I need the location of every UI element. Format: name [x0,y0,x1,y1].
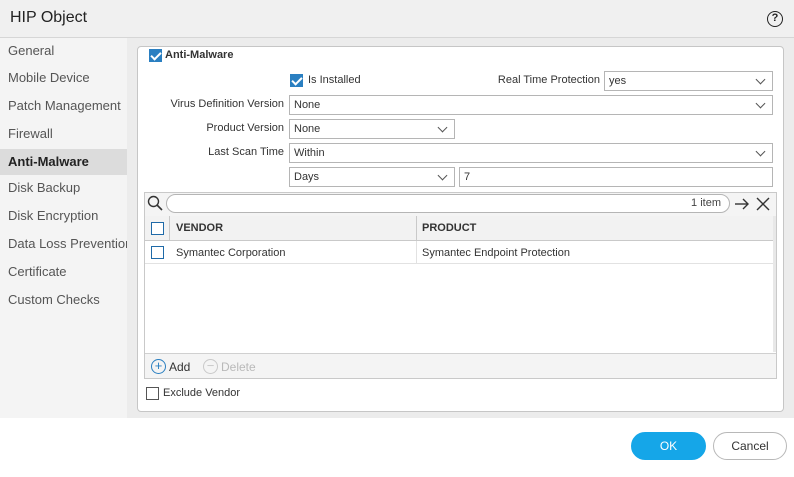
help-icon[interactable]: ? [767,11,783,27]
anti-malware-checkbox[interactable] [149,48,162,62]
apply-filter-icon[interactable] [734,197,750,211]
chevron-down-icon [437,122,448,133]
column-header-product[interactable]: PRODUCT [422,222,476,234]
sidebar-item-disk-encryption[interactable]: Disk Encryption [0,203,127,229]
dialog-title: HIP Object [10,9,88,26]
item-count: 1 item [691,197,721,209]
cell-vendor: Symantec Corporation [176,247,286,259]
lst-value: Within [294,147,325,159]
unit-value: Days [294,171,320,183]
lst-label: Last Scan Time [208,146,284,158]
lst-select[interactable]: Within [289,143,773,163]
rtp-label: Real Time Protection [497,74,600,86]
ok-button[interactable]: OK [631,432,706,460]
column-divider [169,216,170,240]
sidebar-item-patch-management[interactable]: Patch Management [0,93,127,119]
delete-label: Delete [221,359,256,374]
sidebar-item-disk-backup[interactable]: Disk Backup [0,175,127,201]
delete-button[interactable]: − Delete [203,359,256,374]
sidebar-item-certificate[interactable]: Certificate [0,259,127,285]
sidebar-item-firewall[interactable]: Firewall [0,121,127,147]
sidebar-item-anti-malware[interactable]: Anti-Malware [0,149,127,175]
grid-scrollbar[interactable] [773,216,776,352]
cell-product: Symantec Endpoint Protection [422,247,570,259]
add-icon: + [151,359,166,374]
add-label: Add [169,359,191,374]
pv-select[interactable]: None [289,119,455,139]
chevron-down-icon [437,170,448,181]
column-divider [416,241,417,264]
anti-malware-legend-label: Anti-Malware [165,49,234,61]
row-checkbox[interactable] [151,246,164,259]
sidebar: General Mobile Device Patch Management F… [0,38,127,418]
amount-input[interactable]: 7 [459,167,773,187]
chevron-down-icon [755,146,766,157]
pv-value: None [294,123,321,135]
select-all-checkbox[interactable] [151,222,164,235]
grid-header-row: VENDOR PRODUCT [145,216,773,241]
rtp-value: yes [609,75,627,87]
chevron-down-icon [755,74,766,85]
is-installed-checkbox[interactable] [290,74,303,87]
anti-malware-legend: Anti-Malware [145,48,238,62]
clear-filter-icon[interactable] [756,197,770,211]
sidebar-item-general[interactable]: General [0,38,127,64]
grid-search-input[interactable]: 1 item [166,194,730,213]
sidebar-item-mobile-device[interactable]: Mobile Device [0,65,127,91]
sidebar-item-data-loss-prevention[interactable]: Data Loss Prevention [0,231,127,257]
exclude-vendor-checkbox[interactable] [146,387,159,400]
table-row[interactable]: Symantec Corporation Symantec Endpoint P… [145,241,773,264]
dialog-titlebar: HIP Object ? [0,0,794,38]
vdv-label: Virus Definition Version [170,98,284,110]
column-divider [416,216,417,240]
is-installed-label: Is Installed [308,74,361,86]
sidebar-item-custom-checks[interactable]: Custom Checks [0,287,127,313]
add-button[interactable]: + Add [151,359,190,374]
vdv-select[interactable]: None [289,95,773,115]
grid-footer: + Add − Delete [145,353,776,378]
exclude-vendor-label: Exclude Vendor [163,387,241,399]
rtp-select[interactable]: yes [604,71,773,91]
pv-label: Product Version [206,122,284,134]
cancel-button[interactable]: Cancel [713,432,787,460]
chevron-down-icon [755,98,766,109]
delete-icon: − [203,359,218,374]
unit-select[interactable]: Days [289,167,455,187]
column-header-vendor[interactable]: VENDOR [176,222,223,234]
vdv-value: None [294,99,321,111]
search-icon [147,195,163,211]
